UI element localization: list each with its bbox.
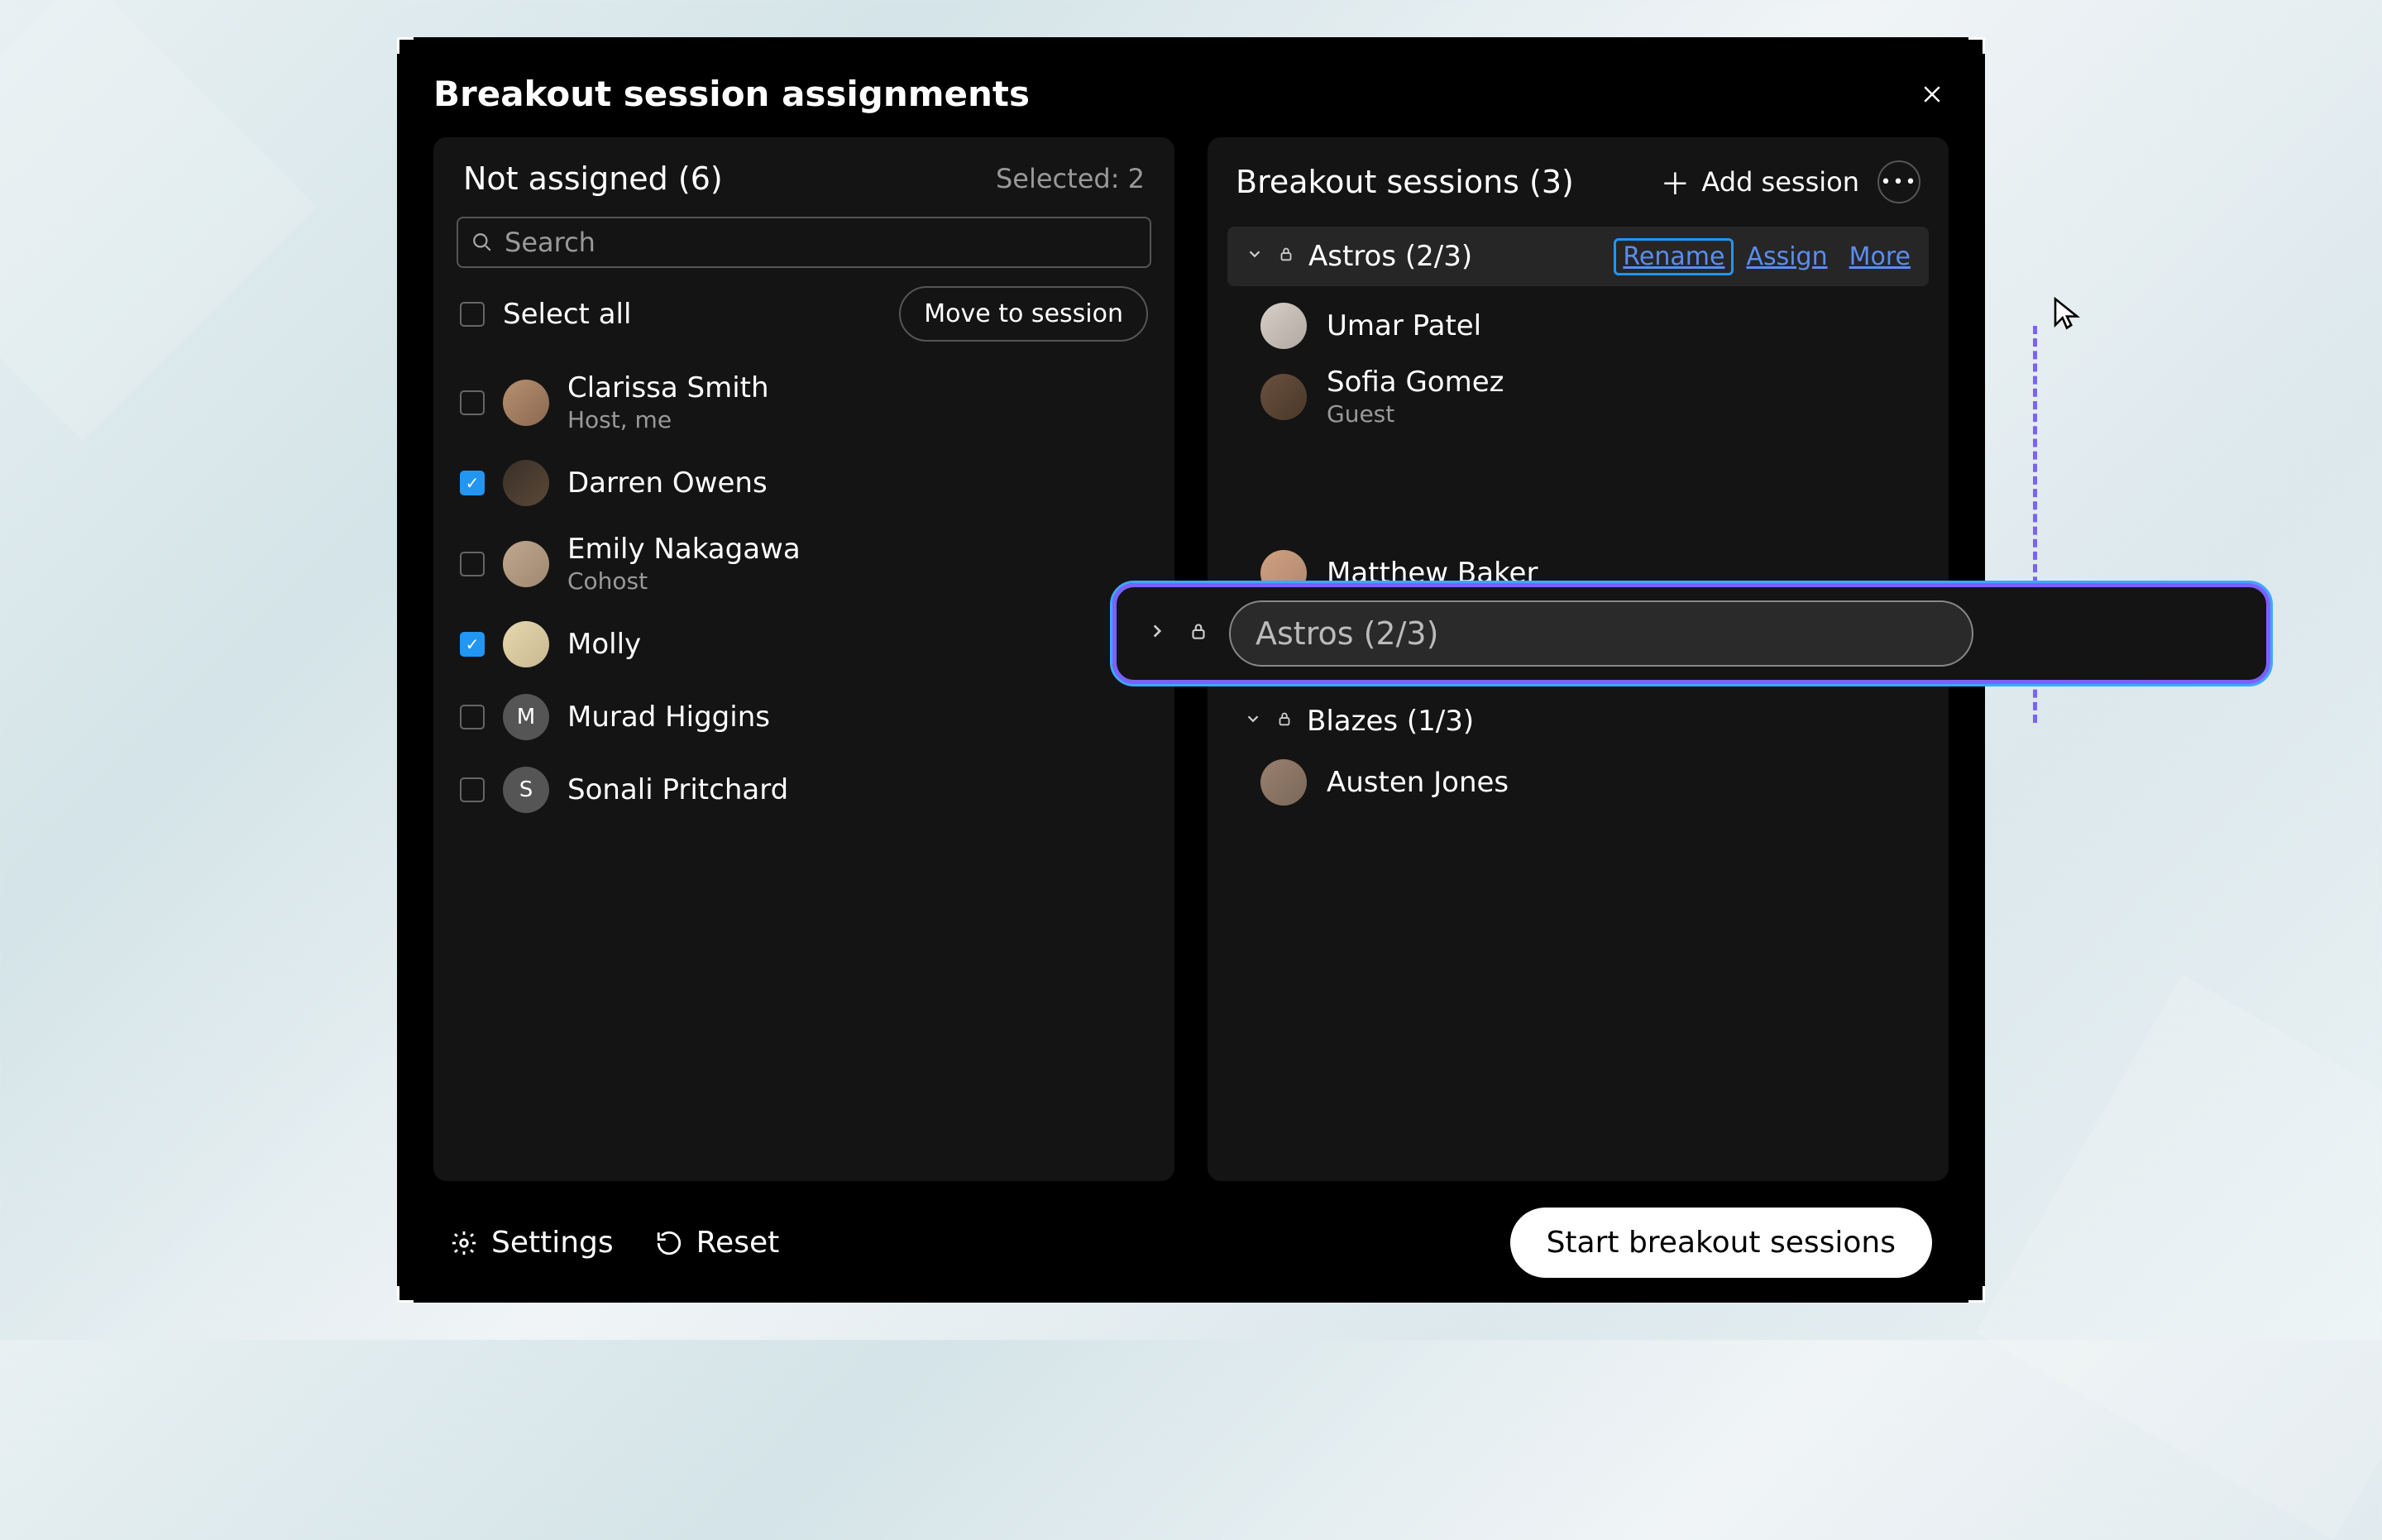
person-row[interactable]: S Sonali Pritchard	[457, 753, 1151, 826]
session-name: Astros (2/3)	[1308, 240, 1472, 273]
reset-label: Reset	[696, 1226, 780, 1260]
lock-icon	[1275, 710, 1294, 733]
lock-icon	[1188, 620, 1209, 647]
person-row[interactable]: M Murad Higgins	[457, 681, 1151, 753]
search-icon	[471, 232, 493, 253]
close-icon	[1920, 82, 1944, 107]
person-role: Cohost	[567, 567, 801, 595]
assign-link[interactable]: Assign	[1746, 242, 1827, 271]
search-field[interactable]	[457, 217, 1151, 268]
person-row[interactable]: Clarissa SmithHost, me	[457, 358, 1151, 447]
session-row-blazes[interactable]: Blazes (1/3)	[1231, 691, 1925, 751]
person-checkbox[interactable]	[460, 632, 485, 657]
member-name: Austen Jones	[1327, 766, 1509, 799]
person-row[interactable]: Darren Owens	[457, 447, 1151, 519]
settings-label: Settings	[491, 1226, 614, 1260]
add-session-button[interactable]: ＋ Add session	[1660, 160, 1859, 203]
avatar	[503, 541, 549, 587]
modal-header: Breakout session assignments	[433, 74, 1949, 114]
member-name: Sofia Gomez	[1327, 366, 1504, 399]
modal-footer: Settings Reset Start breakout sessions	[433, 1208, 1949, 1278]
session-row-astros[interactable]: Astros (2/3) Rename Assign More	[1227, 227, 1929, 286]
breakout-modal: Breakout session assignments Not assigne…	[397, 37, 1985, 1303]
person-row[interactable]: Emily NakagawaCohost	[457, 519, 1151, 608]
person-name: Darren Owens	[567, 466, 768, 500]
chevron-down-icon	[1246, 245, 1264, 268]
not-assigned-title: Not assigned (6)	[463, 160, 723, 197]
more-options-button[interactable]: •••	[1877, 160, 1920, 203]
avatar	[1260, 759, 1307, 806]
person-name: Molly	[567, 628, 641, 661]
avatar: M	[503, 694, 549, 740]
person-checkbox[interactable]	[460, 777, 485, 802]
avatar	[1260, 303, 1307, 349]
ellipsis-icon: •••	[1881, 172, 1918, 193]
rename-input[interactable]	[1256, 615, 1947, 652]
member-row[interactable]: Austen Jones	[1260, 751, 1925, 814]
session-name: Blazes (1/3)	[1307, 705, 1474, 738]
session-members-astros: Umar Patel Sofia GomezGuest	[1231, 294, 1925, 436]
member-role: Guest	[1327, 400, 1504, 428]
person-name: Clarissa Smith	[567, 371, 769, 404]
search-input[interactable]	[505, 227, 1136, 258]
person-name: Emily Nakagawa	[567, 533, 801, 566]
person-checkbox[interactable]	[460, 705, 485, 729]
person-row[interactable]: Molly	[457, 608, 1151, 681]
select-all-checkbox[interactable]	[460, 302, 485, 327]
session-members-blazes: Austen Jones	[1231, 751, 1925, 814]
rename-session-callout	[1112, 583, 2270, 684]
avatar	[1260, 374, 1307, 420]
not-assigned-panel: Not assigned (6) Selected: 2 Select all …	[433, 137, 1174, 1181]
member-row[interactable]: Umar Patel	[1260, 294, 1925, 357]
add-session-label: Add session	[1701, 166, 1859, 198]
person-name: Sonali Pritchard	[567, 773, 788, 806]
selected-count: Selected: 2	[996, 163, 1145, 194]
lock-icon	[1277, 245, 1295, 268]
settings-button[interactable]: Settings	[450, 1226, 614, 1260]
close-button[interactable]	[1916, 78, 1949, 111]
avatar	[503, 380, 549, 426]
sessions-title: Breakout sessions (3)	[1236, 164, 1574, 200]
person-role: Host, me	[567, 406, 769, 433]
start-breakout-button[interactable]: Start breakout sessions	[1510, 1208, 1932, 1278]
member-name: Umar Patel	[1327, 309, 1481, 342]
chevron-down-icon	[1244, 710, 1262, 733]
reset-button[interactable]: Reset	[655, 1226, 780, 1260]
modal-title: Breakout session assignments	[433, 74, 1030, 114]
select-all-label: Select all	[503, 298, 631, 331]
people-list: Clarissa SmithHost, me Darren Owens Emily …	[457, 358, 1151, 826]
person-checkbox[interactable]	[460, 471, 485, 495]
avatar	[503, 460, 549, 506]
more-link[interactable]: More	[1849, 242, 1911, 271]
rename-link[interactable]: Rename	[1614, 238, 1734, 275]
avatar	[503, 621, 549, 667]
move-to-session-button[interactable]: Move to session	[899, 286, 1148, 342]
plus-icon: ＋	[1660, 160, 1690, 203]
avatar: S	[503, 767, 549, 813]
reset-icon	[655, 1229, 683, 1257]
rename-input-wrap[interactable]	[1229, 600, 1973, 667]
cursor-icon	[2050, 296, 2084, 331]
gear-icon	[450, 1229, 478, 1257]
person-checkbox[interactable]	[460, 552, 485, 576]
person-name: Murad Higgins	[567, 701, 770, 734]
chevron-right-icon[interactable]	[1146, 620, 1168, 647]
person-checkbox[interactable]	[460, 390, 485, 415]
member-row[interactable]: Sofia GomezGuest	[1260, 357, 1925, 436]
